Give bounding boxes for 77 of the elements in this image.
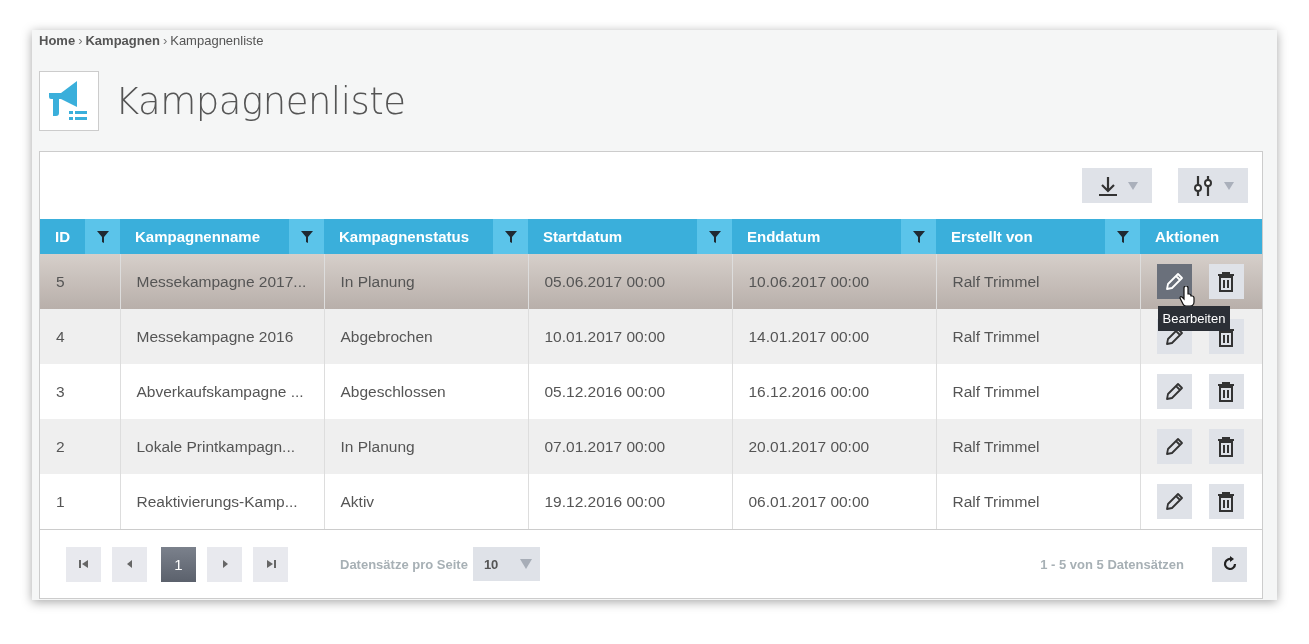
- table-row[interactable]: 1 Reaktivierungs-Kamp... Aktiv 19.12.2016 00:00 06.01.2017 00:00 Ralf Trimmel: [40, 474, 1262, 529]
- table-cell: Ralf Trimmel: [936, 474, 1140, 529]
- breadcrumb-item[interactable]: Home: [39, 32, 76, 48]
- filter-icon: [912, 230, 925, 243]
- edit-button[interactable]: [1156, 484, 1192, 519]
- table-cell: 4: [40, 309, 120, 364]
- last-page-button[interactable]: [253, 546, 288, 582]
- columns-dropdown-button[interactable]: [1178, 168, 1248, 203]
- filter-icon: [96, 230, 109, 243]
- page-size-select[interactable]: 10: [472, 547, 540, 581]
- trash-icon: [1216, 326, 1236, 347]
- delete-button[interactable]: [1208, 374, 1244, 409]
- first-page-icon: [78, 559, 89, 569]
- filter-button[interactable]: [901, 219, 936, 254]
- table-cell: Abgebrochen: [324, 309, 528, 364]
- filter-button[interactable]: [1105, 219, 1140, 254]
- export-dropdown-button[interactable]: [1082, 168, 1152, 203]
- filter-icon: [1116, 230, 1129, 243]
- refresh-button[interactable]: [1212, 546, 1247, 582]
- refresh-icon: [1221, 556, 1238, 572]
- filter-button[interactable]: [697, 219, 732, 254]
- table-cell: 10.01.2017 00:00: [528, 309, 732, 364]
- last-page-icon: [265, 559, 276, 569]
- filter-button[interactable]: [493, 219, 528, 254]
- breadcrumb-separator: ›: [78, 32, 83, 48]
- record-count: 1 - 5 von 5 Datensätzen: [1040, 556, 1184, 572]
- sliders-icon: [1192, 174, 1215, 197]
- caret-icon: [519, 559, 532, 569]
- breadcrumb-item: Kampagnenliste: [170, 32, 264, 48]
- delete-button[interactable]: [1208, 429, 1244, 464]
- table-cell: 3: [40, 364, 120, 419]
- pencil-icon: [1164, 381, 1184, 402]
- download-icon: [1096, 174, 1119, 197]
- page-size-label: Datensätze pro Seite: [340, 556, 468, 572]
- trash-icon: [1216, 436, 1236, 457]
- caret-icon: [1223, 181, 1234, 190]
- table-cell: 20.01.2017 00:00: [732, 419, 936, 474]
- table-cell: Ralf Trimmel: [936, 419, 1140, 474]
- breadcrumb-item[interactable]: Kampagnen: [85, 32, 160, 48]
- table-cell: 14.01.2017 00:00: [732, 309, 936, 364]
- tooltip: Bearbeiten: [1157, 306, 1231, 331]
- filter-icon: [504, 230, 517, 243]
- trash-icon: [1216, 381, 1236, 402]
- table-cell: Ralf Trimmel: [936, 309, 1140, 364]
- trash-icon: [1216, 491, 1236, 512]
- table-cell: 07.01.2017 00:00: [528, 419, 732, 474]
- filter-button[interactable]: [85, 219, 120, 254]
- table-cell: Messekampagne 2016: [120, 309, 324, 364]
- table-cell: 06.01.2017 00:00: [732, 474, 936, 529]
- filter-icon: [300, 230, 313, 243]
- table-cell: 19.12.2016 00:00: [528, 474, 732, 529]
- delete-button[interactable]: [1208, 484, 1244, 519]
- table-cell: Lokale Printkampagn...: [120, 419, 324, 474]
- table-cell: Reaktivierungs-Kamp...: [120, 474, 324, 529]
- edit-button[interactable]: [1156, 429, 1192, 464]
- table-row[interactable]: 2 Lokale Printkampagn... In Planung 07.01.2017 00:00 20.01.2017 00:00 Ralf Trimmel: [40, 419, 1262, 474]
- table-cell: Aktiv: [324, 474, 528, 529]
- delete-button[interactable]: [1208, 264, 1244, 299]
- hand-cursor-icon: [1178, 286, 1195, 306]
- table-cell: 2: [40, 419, 120, 474]
- table-row[interactable]: 3 Abverkaufskampagne ... Abgeschlossen 05.12.2016 00:00 16.12.2016 00:00 Ralf Trimmel: [40, 364, 1262, 419]
- edit-button[interactable]: [1156, 264, 1192, 299]
- pencil-icon: [1164, 271, 1184, 292]
- page-button[interactable]: 1: [161, 546, 196, 582]
- table-cell: 5: [40, 254, 120, 309]
- table-cell: In Planung: [324, 419, 528, 474]
- pencil-icon: [1164, 436, 1184, 457]
- first-page-button[interactable]: [66, 546, 101, 582]
- filter-icon: [708, 230, 721, 243]
- table-cell: 1: [40, 474, 120, 529]
- caret-icon: [1127, 181, 1138, 190]
- breadcrumb-separator: ›: [162, 32, 168, 48]
- filter-button[interactable]: [289, 219, 324, 254]
- pencil-icon: [1164, 491, 1184, 512]
- trash-icon: [1216, 271, 1236, 292]
- page-title: Kampagnenliste: [115, 79, 406, 123]
- edit-button[interactable]: [1156, 374, 1192, 409]
